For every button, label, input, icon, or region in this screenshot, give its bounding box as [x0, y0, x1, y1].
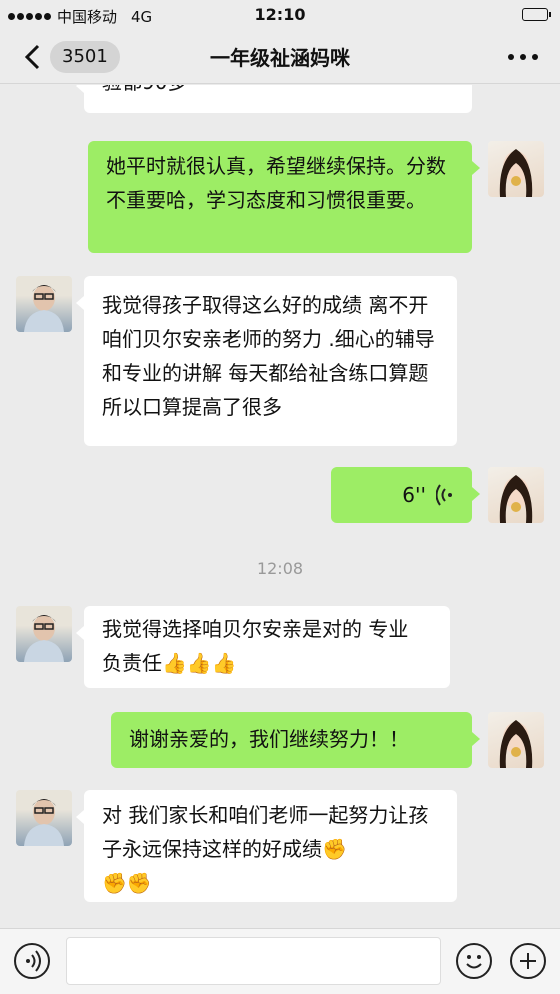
avatar-image-icon [499, 149, 533, 197]
voice-message-bubble[interactable]: 6'' [331, 467, 480, 523]
avatar-image-icon [24, 799, 64, 846]
voice-input-button[interactable] [14, 943, 50, 979]
input-bar [0, 928, 560, 994]
user-avatar[interactable] [488, 712, 544, 768]
avatar-image-icon [499, 475, 533, 523]
add-attachment-button[interactable] [510, 943, 546, 979]
voice-duration: 6'' [402, 483, 426, 507]
message-text: 我觉得选择咱贝尔安亲是对的 专业 负责任 [102, 617, 409, 675]
contact-avatar[interactable] [16, 790, 72, 846]
voice-message: 6'' [349, 473, 454, 517]
message-text: 验都90多 [102, 85, 187, 94]
status-bar: 中国移动 4G 12:10 [0, 0, 560, 30]
message-text: 对 我们家长和咱们老师一起努力让孩子永远保持这样的好成绩 [102, 803, 429, 861]
message-bubble-left[interactable]: 我觉得孩子取得这么好的成绩 离不开咱们贝尔安亲老师的努力 .细心的辅导和专业的讲… [76, 276, 457, 446]
contact-avatar[interactable] [16, 606, 72, 662]
message-text: 我觉得孩子取得这么好的成绩 离不开咱们贝尔安亲老师的努力 .细心的辅导和专业的讲… [102, 293, 435, 419]
smiley-icon [466, 955, 482, 969]
message-bubble-right[interactable]: 她平时就很认真，希望继续保持。分数不重要哈，学习态度和习惯很重要。 [88, 141, 480, 253]
fist-icon: ✊ [322, 837, 347, 861]
chat-title: 一年级祉涵妈咪 [210, 46, 350, 70]
status-time: 12:10 [254, 5, 306, 24]
fist-icon: ✊✊ [102, 871, 152, 895]
message-bubble-right[interactable]: 谢谢亲爱的，我们继续努力！！ [111, 712, 480, 768]
plus-icon [520, 953, 536, 969]
avatar-image-icon [24, 285, 64, 332]
message-timestamp: 12:08 [256, 559, 304, 578]
contact-avatar[interactable] [16, 276, 72, 332]
avatar-image-icon [499, 720, 533, 768]
voice-wave-icon [436, 484, 452, 506]
user-avatar[interactable] [488, 141, 544, 197]
battery-icon [522, 8, 551, 21]
chat-header: 3501 一年级祉涵妈咪 [0, 30, 560, 84]
message-input[interactable] [66, 937, 441, 985]
chat-messages[interactable]: 验都90多 她平时就很认真，希望继续保持。分数不重要哈，学习态度和习惯很重要。 … [0, 85, 560, 928]
thumbs-up-icon: 👍👍👍 [162, 651, 237, 675]
message-text: 谢谢亲爱的，我们继续努力！！ [129, 727, 409, 751]
message-bubble-left[interactable]: 对 我们家长和咱们老师一起努力让孩子永远保持这样的好成绩✊ ✊✊ [76, 790, 457, 902]
more-options-icon[interactable] [508, 54, 538, 60]
message-bubble-left[interactable]: 验都90多 [76, 85, 472, 113]
voice-icon [26, 950, 41, 972]
emoji-button[interactable] [456, 943, 492, 979]
message-text: 她平时就很认真，希望继续保持。分数不重要哈，学习态度和习惯很重要。 [106, 154, 446, 212]
avatar-image-icon [24, 615, 64, 662]
user-avatar[interactable] [488, 467, 544, 523]
message-bubble-left[interactable]: 我觉得选择咱贝尔安亲是对的 专业 负责任👍👍👍 [76, 606, 450, 688]
